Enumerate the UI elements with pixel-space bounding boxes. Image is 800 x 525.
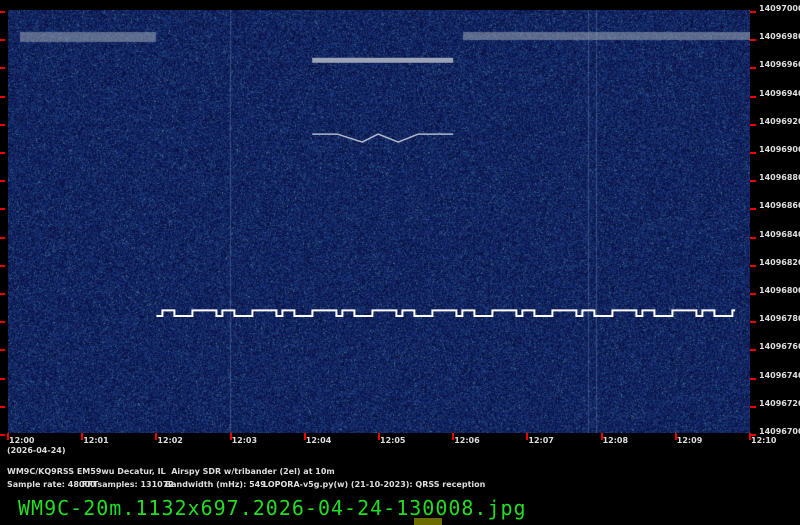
y-tick-mark-left	[0, 349, 5, 351]
y-tick-mark	[750, 208, 756, 210]
top-signal-band	[312, 58, 453, 63]
y-tick-label: 14096820	[759, 258, 800, 267]
y-tick-label: 14096780	[759, 314, 800, 323]
y-tick-mark	[750, 124, 756, 126]
x-tick-label: 12:00	[9, 436, 34, 445]
y-tick-mark-left	[0, 152, 5, 154]
y-tick-mark	[750, 180, 756, 182]
y-tick-mark-left	[0, 434, 5, 436]
y-tick-label: 14096980	[759, 32, 800, 41]
filename-caption: WM9C-20m.1132x697.2026-04-24-130008.jpg	[18, 496, 527, 520]
y-tick-mark-left	[0, 265, 5, 267]
y-tick-label: 14096800	[759, 286, 800, 295]
y-tick-mark-left	[0, 321, 5, 323]
x-tick-label: 12:06	[454, 436, 479, 445]
y-tick-label: 14096940	[759, 89, 800, 98]
y-tick-mark-left	[0, 39, 5, 41]
y-tick-mark	[750, 39, 756, 41]
y-tick-mark-left	[0, 11, 5, 13]
y-tick-mark-left	[0, 180, 5, 182]
y-tick-label: 14096960	[759, 60, 800, 69]
overlay-icon	[414, 518, 442, 525]
x-tick-label: 12:01	[83, 436, 108, 445]
y-tick-mark-left	[0, 124, 5, 126]
y-tick-label: 14096900	[759, 145, 800, 154]
software: LOPORA-v5g.py(w) (21-10-2023): QRSS rece…	[263, 480, 485, 489]
y-tick-label: 14096920	[759, 117, 800, 126]
y-tick-label: 14096860	[759, 201, 800, 210]
y-tick-mark	[750, 96, 756, 98]
x-tick-label: 12:09	[677, 436, 702, 445]
y-tick-mark	[750, 265, 756, 267]
x-date-label: (2026-04-24)	[7, 446, 65, 455]
waterfall-plot	[8, 10, 750, 433]
y-tick-label: 14096760	[759, 342, 800, 351]
y-tick-label: 14096700	[759, 427, 800, 436]
y-tick-mark	[750, 11, 756, 13]
y-tick-mark	[750, 67, 756, 69]
y-tick-mark	[750, 152, 756, 154]
signal-overlay	[8, 10, 750, 433]
y-tick-label: 14096740	[759, 371, 800, 380]
x-tick-label: 12:04	[306, 436, 331, 445]
y-tick-label: 14096880	[759, 173, 800, 182]
x-tick-label: 12:05	[380, 436, 405, 445]
y-tick-mark	[750, 293, 756, 295]
y-tick-mark-left	[0, 237, 5, 239]
y-tick-mark	[750, 321, 756, 323]
upper-signal-trace	[312, 134, 453, 142]
fsk-signal-trace	[156, 310, 735, 316]
y-tick-mark	[750, 237, 756, 239]
y-tick-mark	[750, 378, 756, 380]
y-tick-mark-left	[0, 96, 5, 98]
y-tick-mark	[750, 349, 756, 351]
y-tick-mark-left	[0, 293, 5, 295]
x-tick-label: 12:10	[751, 436, 776, 445]
x-tick-label: 12:08	[603, 436, 628, 445]
x-tick-label: 12:02	[157, 436, 182, 445]
station-info: WM9C/KQ9RSS EM59wu Decatur, IL Airspy SD…	[7, 467, 335, 476]
fft-samples: FFTsamples: 131072	[82, 480, 174, 489]
y-tick-label: 14096840	[759, 230, 800, 239]
y-tick-label: 14097000	[759, 4, 800, 13]
y-tick-mark-left	[0, 67, 5, 69]
y-tick-mark	[750, 406, 756, 408]
bandwidth: Bandwidth (mHz): 549	[165, 480, 266, 489]
x-tick-label: 12:03	[232, 436, 257, 445]
y-tick-mark-left	[0, 208, 5, 210]
x-tick-label: 12:07	[528, 436, 553, 445]
y-tick-mark-left	[0, 406, 5, 408]
y-tick-mark-left	[0, 378, 5, 380]
y-tick-label: 14096720	[759, 399, 800, 408]
